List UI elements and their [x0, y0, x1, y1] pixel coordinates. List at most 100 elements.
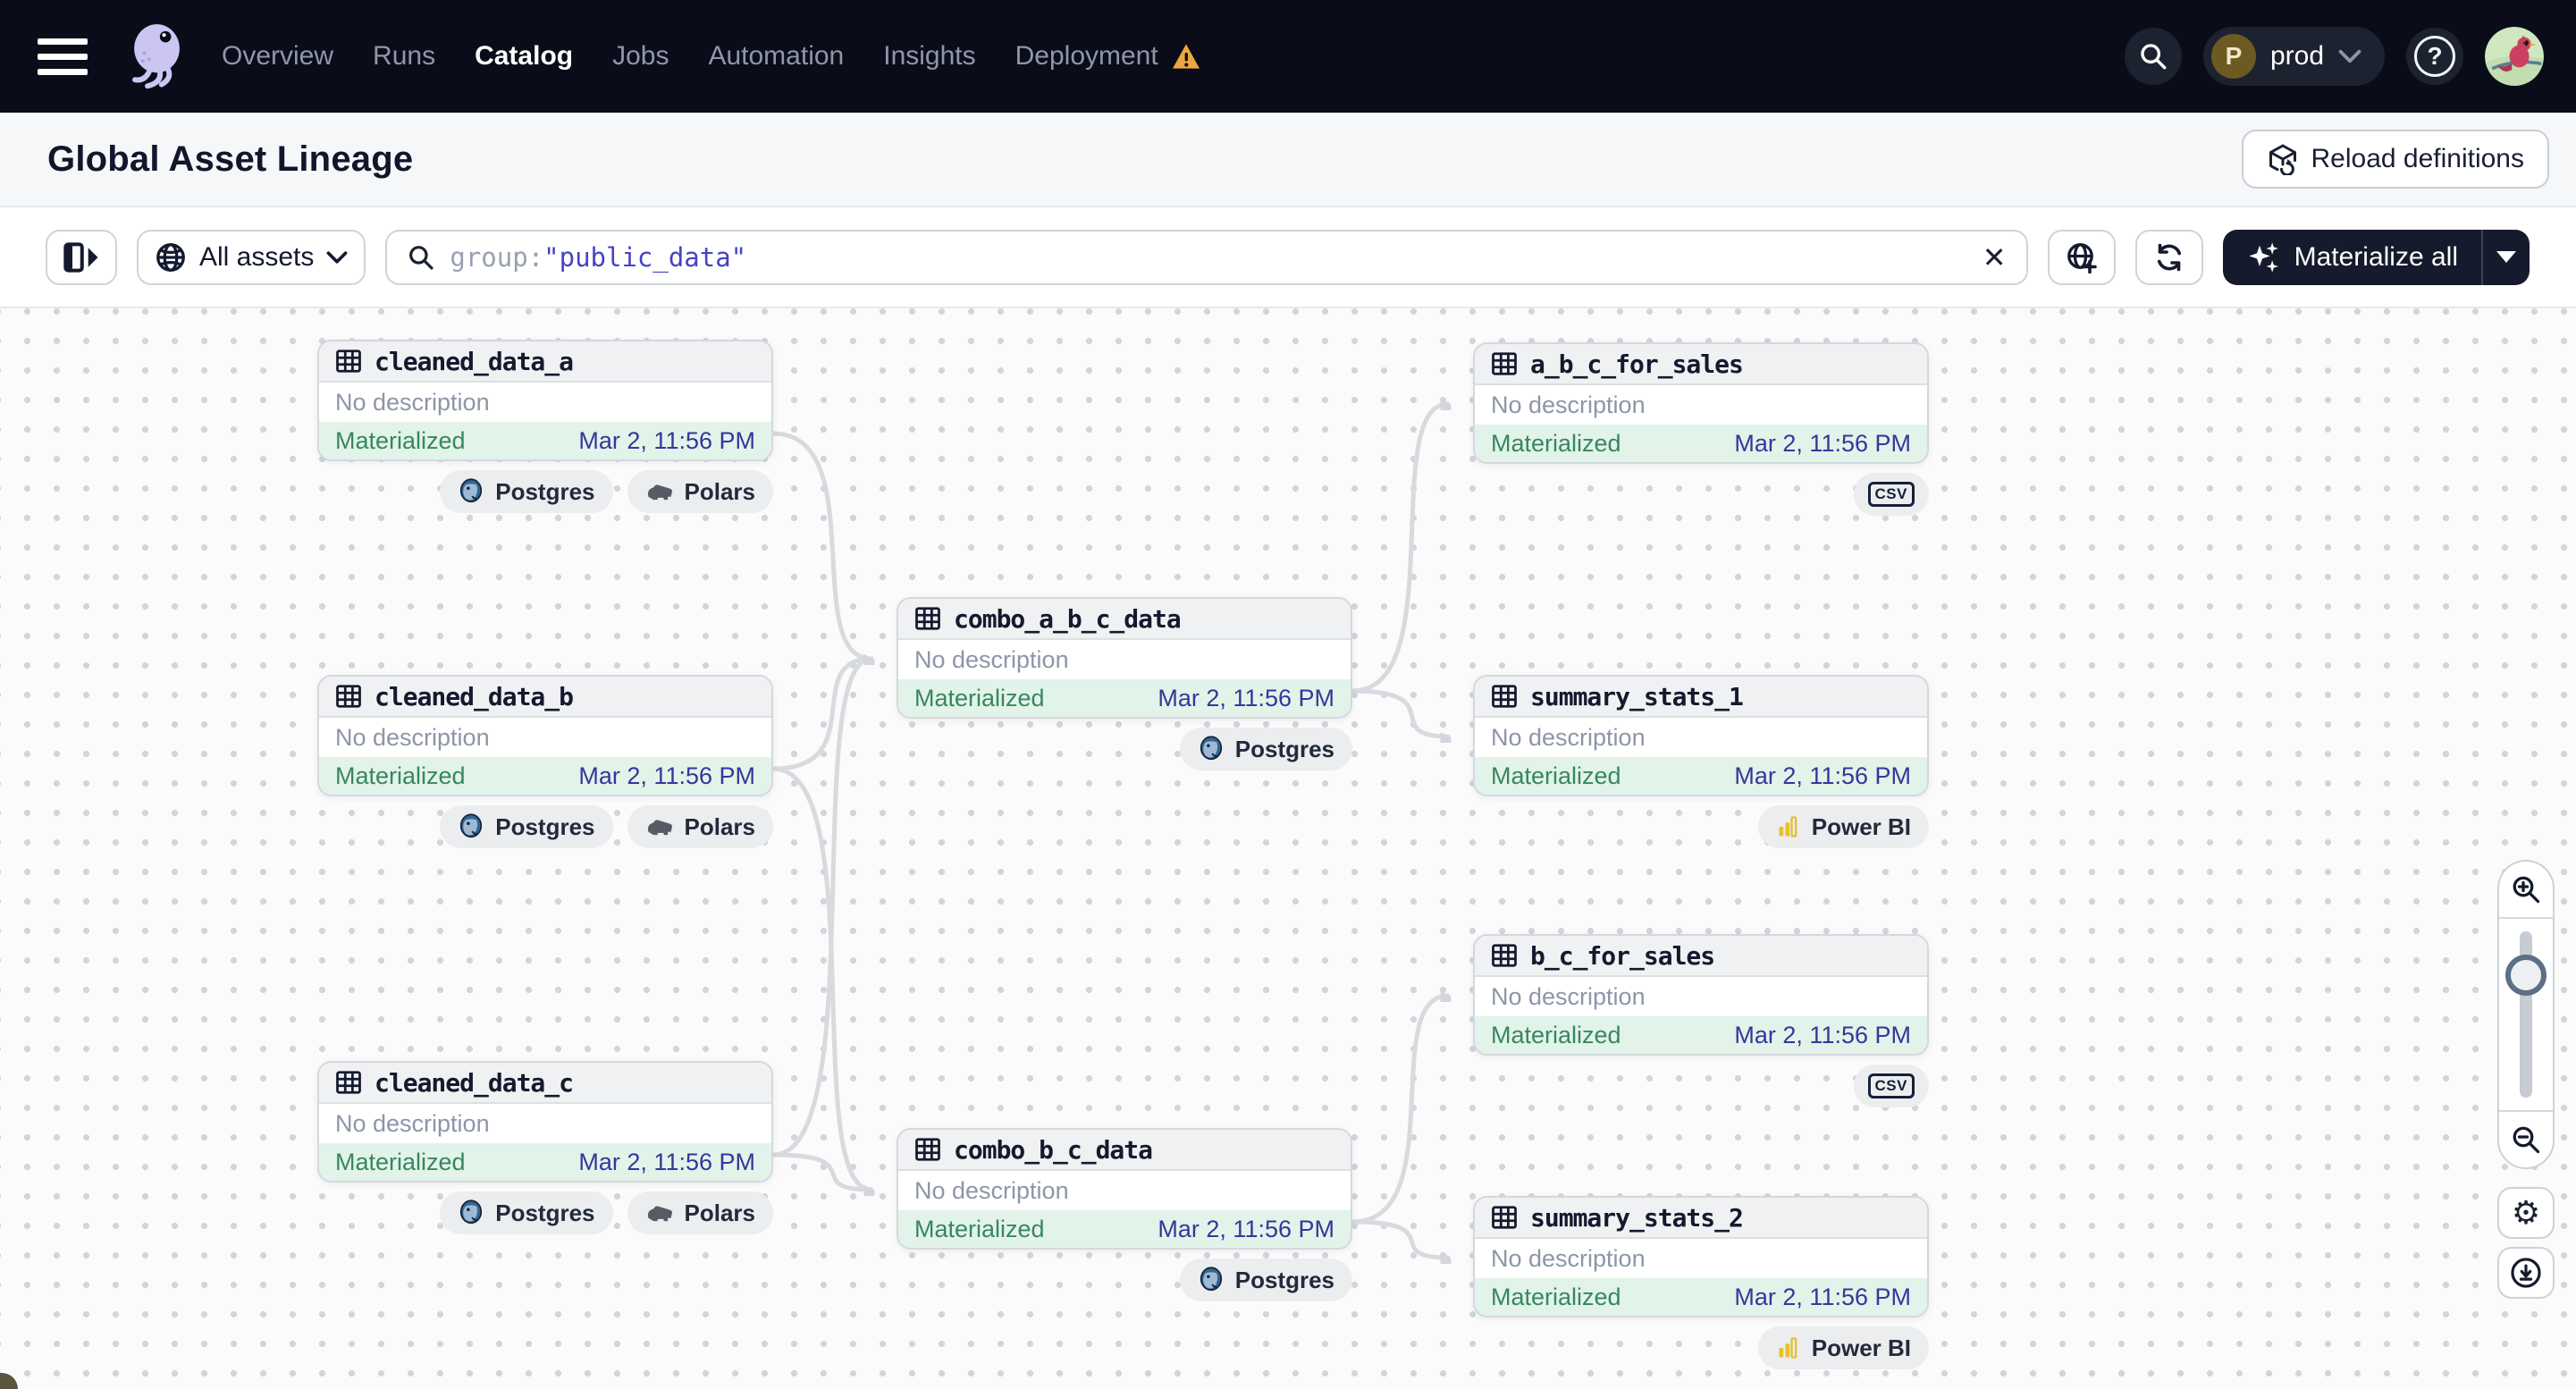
download-image-button[interactable]: [2497, 1247, 2555, 1299]
materialization-timestamp[interactable]: Mar 2, 11:56 PM: [1734, 1284, 1911, 1311]
zoom-slider[interactable]: [2499, 919, 2553, 1110]
asset-node-header: cleaned_data_b: [319, 677, 771, 718]
nav-item-catalog[interactable]: Catalog: [475, 41, 573, 72]
asset-node-header: combo_a_b_c_data: [898, 599, 1351, 640]
download-icon: [2509, 1256, 2543, 1290]
zoom-out-button[interactable]: [2499, 1110, 2553, 1167]
tag-polars[interactable]: Polars: [627, 1191, 774, 1234]
nav-item-runs[interactable]: Runs: [373, 41, 435, 72]
tag-power-bi[interactable]: Power BI: [1758, 805, 1929, 848]
asset-tags: Power BI: [1473, 1326, 1929, 1369]
workspace-initial: P: [2211, 34, 2256, 79]
tag-label: Postgres: [495, 813, 594, 841]
asset-node-cleaned-data-b[interactable]: cleaned_data_b No description Materializ…: [317, 675, 773, 796]
status-badge: Materialized: [914, 1216, 1045, 1243]
asset-name: combo_b_c_data: [954, 1135, 1152, 1165]
asset-scope-dropdown[interactable]: All assets: [137, 230, 366, 285]
help-button[interactable]: ?: [2406, 28, 2463, 85]
asset-lineage-canvas[interactable]: cleaned_data_a No description Materializ…: [0, 308, 2576, 1389]
tag-label: Power BI: [1812, 813, 1911, 841]
asset-node-combo-a-b-c-data[interactable]: combo_a_b_c_data No description Material…: [897, 597, 1352, 719]
asset-status-bar: Materialized Mar 2, 11:56 PM: [1475, 1016, 1927, 1054]
sparkles-icon: [2246, 240, 2282, 275]
asset-tags: Postgres: [897, 728, 1352, 770]
materialization-timestamp[interactable]: Mar 2, 11:56 PM: [1734, 430, 1911, 458]
refresh-button[interactable]: [2135, 230, 2203, 285]
tag-postgres[interactable]: Postgres: [440, 1191, 612, 1234]
asset-node-header: combo_b_c_data: [898, 1130, 1351, 1171]
asset-name: summary_stats_2: [1530, 1203, 1743, 1233]
asset-node-cleaned-data-c[interactable]: cleaned_data_c No description Materializ…: [317, 1061, 773, 1183]
tag-csv[interactable]: CSV: [1854, 1065, 1929, 1107]
tag-postgres[interactable]: Postgres: [440, 805, 612, 848]
search-button[interactable]: [2125, 28, 2182, 85]
nav-label: Deployment: [1015, 41, 1158, 72]
asset-name: combo_a_b_c_data: [954, 604, 1181, 634]
tag-label: Polars: [685, 813, 756, 841]
materialization-timestamp[interactable]: Mar 2, 11:56 PM: [1734, 1022, 1911, 1049]
tag-label: Polars: [685, 1200, 756, 1227]
zoom-controls: [2497, 860, 2555, 1169]
asset-tags: Postgres Polars: [317, 1191, 773, 1234]
nav-label: Automation: [708, 41, 844, 72]
materialize-all-split-button: Materialize all: [2223, 230, 2530, 285]
chevron-down-icon: [2338, 48, 2361, 64]
tag-postgres[interactable]: Postgres: [1180, 1259, 1352, 1301]
clear-search-icon[interactable]: ✕: [1983, 243, 2007, 272]
materialization-timestamp[interactable]: Mar 2, 11:56 PM: [1158, 1216, 1334, 1243]
nav-label: Catalog: [475, 41, 573, 72]
materialization-timestamp[interactable]: Mar 2, 11:56 PM: [1734, 762, 1911, 790]
asset-node-header: b_c_for_sales: [1475, 936, 1927, 977]
graph-settings-button[interactable]: ⚙: [2497, 1187, 2555, 1239]
tag-postgres[interactable]: Postgres: [440, 470, 612, 513]
asset-node-header: a_b_c_for_sales: [1475, 344, 1927, 385]
csv-icon: CSV: [1868, 1073, 1915, 1099]
expand-panel-button[interactable]: [46, 230, 117, 285]
reload-definitions-button[interactable]: Reload definitions: [2242, 130, 2550, 189]
status-badge: Materialized: [1491, 1284, 1621, 1311]
status-badge: Materialized: [1491, 762, 1621, 790]
lineage-search-input[interactable]: group:"public_data" ✕: [385, 230, 2027, 285]
materialization-timestamp[interactable]: Mar 2, 11:56 PM: [578, 427, 755, 455]
materialize-all-button[interactable]: Materialize all: [2223, 230, 2481, 285]
materialization-timestamp[interactable]: Mar 2, 11:56 PM: [578, 762, 755, 790]
materialization-timestamp[interactable]: Mar 2, 11:56 PM: [1158, 685, 1334, 712]
menu-icon[interactable]: [38, 28, 95, 85]
asset-description: No description: [898, 640, 1351, 679]
workspace-switcher[interactable]: P prod: [2203, 27, 2385, 86]
tag-power-bi[interactable]: Power BI: [1758, 1326, 1929, 1369]
asset-node-summary-stats-2[interactable]: summary_stats_2 No description Materiali…: [1473, 1196, 1929, 1317]
materialize-options-button[interactable]: [2481, 230, 2530, 285]
table-icon: [1491, 942, 1518, 969]
tag-polars[interactable]: Polars: [627, 805, 774, 848]
materialization-timestamp[interactable]: Mar 2, 11:56 PM: [578, 1149, 755, 1176]
nav-label: Insights: [883, 41, 975, 72]
asset-node-cleaned-data-a[interactable]: cleaned_data_a No description Materializ…: [317, 340, 773, 461]
nav-item-deployment[interactable]: Deployment: [1015, 41, 1201, 72]
asset-node-a-b-c-for-sales[interactable]: a_b_c_for_sales No description Materiali…: [1473, 342, 1929, 464]
user-avatar[interactable]: [2485, 27, 2544, 86]
tag-polars[interactable]: Polars: [627, 470, 774, 513]
nav-item-overview[interactable]: Overview: [222, 41, 333, 72]
search-query: group:"public_data": [450, 242, 746, 273]
tag-postgres[interactable]: Postgres: [1180, 728, 1352, 770]
nav-item-insights[interactable]: Insights: [883, 41, 975, 72]
new-asset-selection-button[interactable]: [2048, 230, 2116, 285]
asset-node-summary-stats-1[interactable]: summary_stats_1 No description Materiali…: [1473, 675, 1929, 796]
asset-node-b-c-for-sales[interactable]: b_c_for_sales No description Materialize…: [1473, 934, 1929, 1056]
dagster-logo-icon[interactable]: [116, 19, 191, 94]
table-icon: [1491, 683, 1518, 710]
polars-icon: [645, 816, 674, 838]
asset-status-bar: Materialized Mar 2, 11:56 PM: [1475, 757, 1927, 795]
asset-node-combo-b-c-data[interactable]: combo_b_c_data No description Materializ…: [897, 1128, 1352, 1250]
nav-item-automation[interactable]: Automation: [708, 41, 844, 72]
table-icon: [1491, 1204, 1518, 1231]
asset-description: No description: [1475, 385, 1927, 425]
zoom-slider-handle[interactable]: [2505, 955, 2547, 996]
zoom-in-button[interactable]: [2499, 862, 2553, 919]
nav-label: Jobs: [612, 41, 669, 72]
workspace-name: prod: [2270, 41, 2324, 72]
tag-csv[interactable]: CSV: [1854, 473, 1929, 516]
nav-item-jobs[interactable]: Jobs: [612, 41, 669, 72]
tag-label: Postgres: [1235, 1267, 1334, 1294]
